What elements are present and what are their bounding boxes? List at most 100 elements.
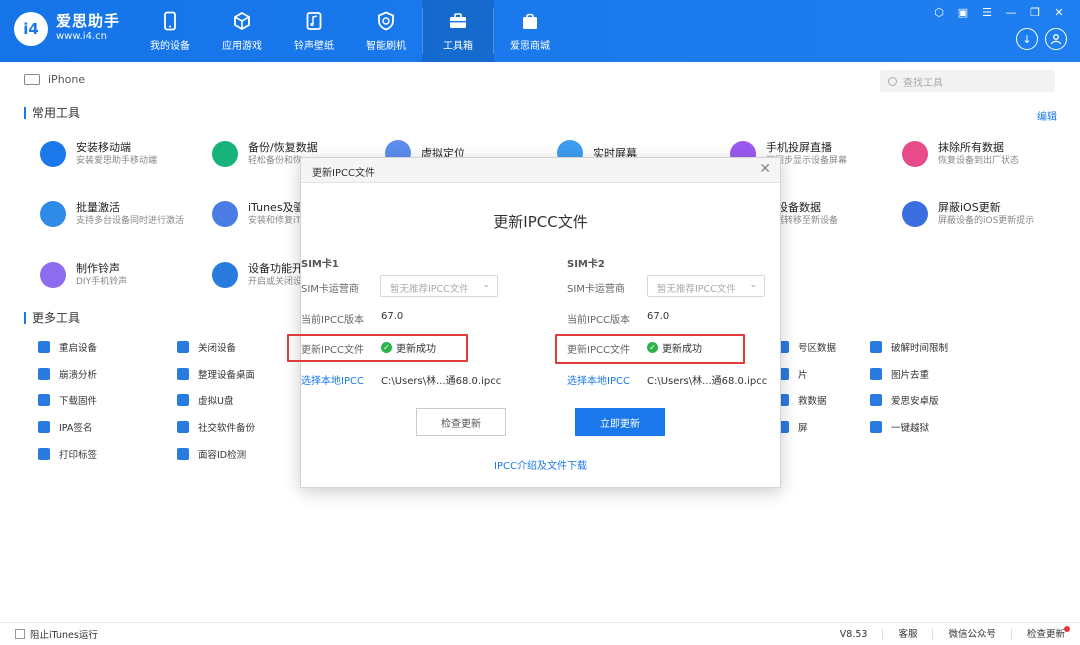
update-now-button[interactable]: 立即更新	[575, 408, 665, 436]
more-tool-item[interactable]: 图片去重	[870, 367, 929, 381]
tool-desc: 开启或关闭设	[248, 277, 303, 287]
more-tool-item[interactable]: 崩溃分析	[38, 367, 97, 381]
more-tool-label: 社交软件备份	[198, 423, 256, 434]
wechat-link[interactable]: 微信公众号	[932, 629, 1011, 640]
window-controls: ⬡ ▣ ☰ — ❐ ✕	[932, 6, 1066, 19]
i4-logo-icon: i4	[14, 12, 48, 46]
sim2-choose-local-ipcc[interactable]: 选择本地IPCC	[567, 372, 630, 387]
tool-desc: 安装和修复iT	[248, 216, 301, 226]
nav-label: 我的设备	[150, 40, 190, 52]
more-tool-item[interactable]: 片	[777, 367, 808, 381]
common-tool-item[interactable]: 设备功能开 开启或关闭设	[212, 261, 303, 289]
more-tool-label: IPA签名	[59, 423, 93, 434]
more-tool-item[interactable]: 下载固件	[38, 393, 97, 407]
common-tool-item[interactable]: 抹除所有数据 恢复设备到出厂状态	[902, 140, 1019, 168]
more-tool-item[interactable]: 破解时间限制	[870, 340, 948, 354]
more-tool-item[interactable]: 救数据	[777, 393, 827, 407]
grid-icon	[177, 368, 189, 380]
printer-icon	[38, 448, 50, 460]
sim1-carrier-placeholder: 暂无推荐IPCC文件	[390, 284, 469, 295]
social-backup-icon	[177, 421, 189, 433]
common-tool-item[interactable]: 批量激活 支持多台设备同时进行激活	[40, 200, 184, 228]
nav-toolbox[interactable]: 工具箱	[422, 0, 494, 62]
tool-desc: 支持多台设备同时进行激活	[76, 216, 185, 226]
more-tool-label: 下载固件	[59, 396, 98, 407]
dialog-title: 更新IPCC文件	[493, 213, 588, 231]
sim2-version-label: 当前IPCC版本	[567, 315, 630, 326]
block-itunes-checkbox[interactable]	[15, 629, 25, 639]
nav-label: 应用游戏	[222, 40, 262, 52]
more-tool-item[interactable]: 爱思安卓版	[870, 393, 939, 407]
sim2-label: SIM卡2	[567, 259, 605, 270]
more-tool-item[interactable]: 打印标签	[38, 447, 97, 461]
more-tool-item[interactable]: 重启设备	[38, 340, 97, 354]
sim1-choose-local-ipcc[interactable]: 选择本地IPCC	[301, 372, 364, 387]
common-tool-item[interactable]: iTunes及驱 安装和修复iT	[212, 200, 305, 228]
nav-ringtones-wallpapers[interactable]: 铃声壁纸	[278, 0, 350, 62]
status-bar: 阻止iTunes运行 V8.53 客服 微信公众号 检查更新	[0, 622, 1080, 645]
nav-smart-flash[interactable]: 智能刷机	[350, 0, 422, 62]
sim1-version-label: 当前IPCC版本	[301, 315, 364, 326]
main-nav: 我的设备 应用游戏 铃声壁纸 智能刷机 工具箱 爱思商城	[134, 0, 566, 62]
more-tool-label: 关闭设备	[198, 343, 237, 354]
more-tool-label: 虚拟U盘	[198, 396, 234, 407]
sim1-carrier-select[interactable]: 暂无推荐IPCC文件 ⌄	[380, 275, 498, 297]
more-tool-label: 重启设备	[59, 343, 98, 354]
tool-desc: 安装爱思助手移动端	[76, 156, 158, 166]
more-tool-label: 一键越狱	[891, 423, 930, 434]
nav-i4-store[interactable]: 爱思商城	[494, 0, 566, 62]
close-icon[interactable]: ✕	[759, 161, 771, 177]
tool-title: 备份/恢复数据	[248, 141, 318, 154]
sim1-version-value: 67.0	[381, 311, 404, 322]
sim1-label: SIM卡1	[301, 259, 339, 270]
app-logo[interactable]: i4 爱思助手 www.i4.cn	[14, 12, 120, 46]
nav-my-device[interactable]: 我的设备	[134, 0, 206, 62]
face-id-icon	[177, 448, 189, 460]
tool-title: 制作铃声	[76, 262, 120, 275]
common-tool-item[interactable]: 屏蔽iOS更新 屏蔽设备的iOS更新提示	[902, 200, 1034, 228]
check-update-link[interactable]: 检查更新	[1010, 629, 1080, 640]
nav-apps-games[interactable]: 应用游戏	[206, 0, 278, 62]
refresh-shield-icon	[378, 11, 394, 30]
user-icon[interactable]	[1045, 28, 1067, 50]
ipa-icon	[38, 421, 50, 433]
menu-icon[interactable]: ☰	[980, 6, 994, 19]
more-tool-item[interactable]: 号区数据	[777, 340, 836, 354]
feedback-icon[interactable]: ▣	[956, 6, 970, 19]
lock-icon	[870, 421, 882, 433]
more-tool-item[interactable]: 面容ID检测	[177, 447, 246, 461]
update-dot-badge	[1064, 626, 1070, 632]
tool-title: 手机投屏直播	[766, 141, 832, 154]
clock-icon	[870, 341, 882, 353]
device-selector[interactable]: iPhone	[24, 73, 85, 86]
more-tool-item[interactable]: 一键越狱	[870, 420, 929, 434]
close-icon[interactable]: ✕	[1052, 6, 1066, 19]
service-link[interactable]: 客服	[882, 629, 932, 640]
ipcc-intro-link[interactable]: IPCC介绍及文件下载	[301, 457, 780, 472]
block-itunes-label[interactable]: 阻止iTunes运行	[30, 627, 98, 641]
more-tool-label: 爱思安卓版	[891, 396, 939, 407]
ipcc-update-dialog: 更新IPCC文件 ✕ 更新IPCC文件 SIM卡1 SIM卡运营商 暂无推荐IP…	[287, 157, 781, 488]
sim2-carrier-select[interactable]: 暂无推荐IPCC文件 ⌄	[647, 275, 765, 297]
more-tool-item[interactable]: 关闭设备	[177, 340, 236, 354]
edit-link[interactable]: 编辑	[1037, 108, 1057, 123]
more-tool-item[interactable]: 虚拟U盘	[177, 393, 233, 407]
nav-label: 爱思商城	[510, 40, 550, 52]
common-tool-item[interactable]: 安装移动端 安装爱思助手移动端	[40, 140, 157, 168]
check-update-button[interactable]: 检查更新	[416, 408, 506, 436]
more-tool-item[interactable]: 屏	[777, 420, 808, 434]
more-tool-item[interactable]: 社交软件备份	[177, 420, 255, 434]
more-tool-item[interactable]: IPA签名	[38, 420, 92, 434]
skin-icon[interactable]: ⬡	[932, 6, 946, 19]
more-tool-label: 整理设备桌面	[198, 370, 256, 381]
restore-icon[interactable]: ❐	[1028, 6, 1042, 19]
sim2-carrier-placeholder: 暂无推荐IPCC文件	[657, 284, 736, 295]
minimize-icon[interactable]: —	[1004, 6, 1018, 19]
search-input[interactable]: 查找工具	[880, 70, 1055, 92]
download-icon[interactable]: ↓	[1016, 28, 1038, 50]
more-tool-label: 崩溃分析	[59, 370, 98, 381]
section-more-tools: 更多工具	[24, 312, 80, 324]
more-tool-item[interactable]: 整理设备桌面	[177, 367, 255, 381]
phone-icon	[164, 11, 176, 30]
common-tool-item[interactable]: 制作铃声 DIY手机铃声	[40, 261, 127, 289]
